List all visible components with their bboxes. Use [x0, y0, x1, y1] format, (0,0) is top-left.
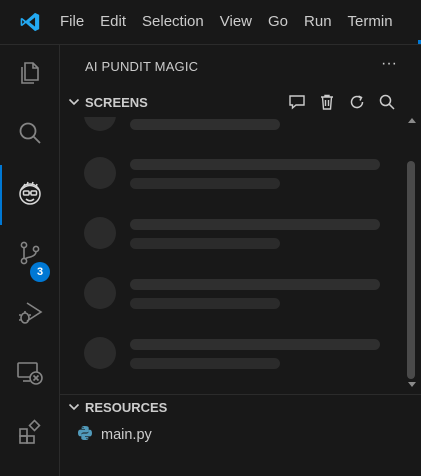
search-icon [16, 119, 44, 152]
ai-pundit-magic-icon [15, 178, 45, 213]
screens-scrollbar[interactable] [405, 117, 419, 391]
menu-go[interactable]: Go [260, 0, 296, 44]
more-actions-button[interactable]: ··· [381, 55, 397, 73]
sidebar: AI PUNDIT MAGIC ··· SCREENS RESOURCES ma… [60, 45, 421, 476]
list-item [84, 277, 384, 317]
skeleton-line [130, 298, 280, 309]
screens-section-title: SCREENS [85, 95, 148, 110]
skeleton-line [130, 219, 380, 230]
files-icon [16, 59, 44, 92]
menu-edit[interactable]: Edit [92, 0, 134, 44]
comment-icon[interactable] [285, 91, 309, 113]
list-item [84, 337, 384, 377]
screens-section-header[interactable]: SCREENS [60, 91, 421, 113]
skeleton-line [130, 339, 380, 350]
skeleton-avatar [84, 217, 116, 249]
scroll-down-arrow-icon[interactable] [408, 382, 416, 387]
remote-explorer-icon [15, 358, 45, 393]
skeleton-line [130, 279, 380, 290]
screens-list [60, 117, 421, 391]
skeleton-line [130, 358, 280, 369]
file-item-main-py[interactable]: main.py [77, 424, 152, 446]
resources-section-header[interactable]: RESOURCES [60, 396, 421, 418]
vscode-logo-icon [0, 0, 60, 44]
resources-section-title: RESOURCES [85, 400, 168, 415]
scroll-up-arrow-icon[interactable] [408, 118, 416, 123]
activity-search[interactable] [0, 105, 59, 165]
sidebar-header: AI PUNDIT MAGIC ··· [60, 45, 421, 85]
activity-remote-explorer[interactable] [0, 345, 59, 405]
title-bar: File Edit Selection View Go Run Termin [0, 0, 421, 45]
menu-terminal[interactable]: Termin [340, 0, 401, 44]
sidebar-title: AI PUNDIT MAGIC [85, 59, 199, 74]
activity-explorer[interactable] [0, 45, 59, 105]
activity-run-debug[interactable] [0, 285, 59, 345]
trash-icon[interactable] [315, 91, 339, 113]
skeleton-line [130, 119, 280, 130]
menu-run[interactable]: Run [296, 0, 340, 44]
python-file-icon [77, 425, 93, 446]
list-item [84, 157, 384, 197]
skeleton-avatar [84, 117, 116, 131]
scrollbar-thumb[interactable] [407, 161, 415, 379]
skeleton-line [130, 238, 280, 249]
extensions-icon [16, 418, 44, 452]
activity-bar: 3 [0, 45, 60, 476]
menu-selection[interactable]: Selection [134, 0, 212, 44]
menu-bar: File Edit Selection View Go Run Termin [60, 0, 401, 44]
chevron-down-icon [67, 95, 81, 109]
skeleton-line [130, 178, 280, 189]
list-item [84, 117, 384, 139]
chevron-down-icon [67, 400, 81, 414]
section-divider [60, 394, 421, 395]
skeleton-avatar [84, 277, 116, 309]
file-name: main.py [101, 427, 152, 443]
skeleton-avatar [84, 337, 116, 369]
search-icon[interactable] [375, 91, 399, 113]
activity-extensions[interactable] [0, 405, 59, 465]
run-debug-icon [16, 299, 44, 332]
activity-source-control[interactable]: 3 [0, 225, 59, 285]
screens-actions [285, 91, 399, 113]
source-control-badge: 3 [30, 262, 50, 282]
skeleton-avatar [84, 157, 116, 189]
refresh-icon[interactable] [345, 91, 369, 113]
skeleton-line [130, 159, 380, 170]
menu-file[interactable]: File [60, 0, 92, 44]
activity-ai-pundit-magic[interactable] [0, 165, 59, 225]
list-item [84, 217, 384, 257]
menu-view[interactable]: View [212, 0, 260, 44]
